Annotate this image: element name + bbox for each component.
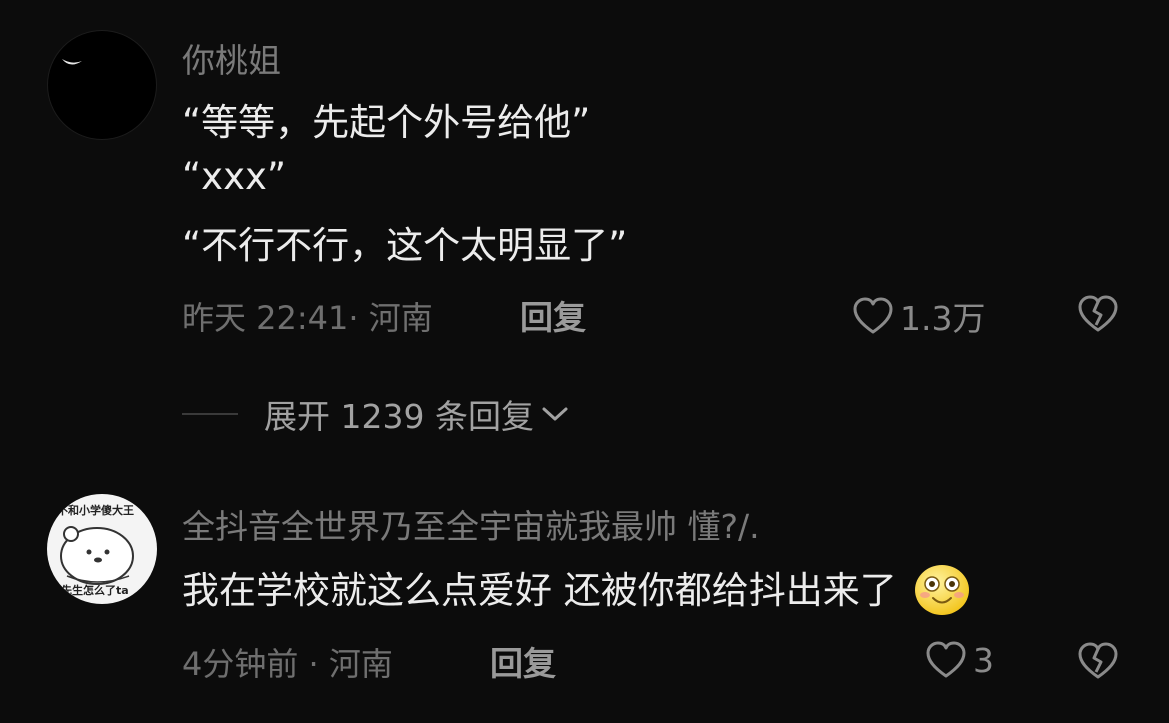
- comment-timestamp-location: 昨天 22:41· 河南: [182, 299, 433, 337]
- comment-text: 我在学校就这么点爱好 还被你都给抖出来了: [182, 560, 971, 617]
- comment-timestamp-location: 4分钟前 · 河南: [182, 645, 393, 683]
- comment-text-line: “等等，先起个外号给他”: [182, 101, 591, 144]
- heart-outline-icon: [853, 297, 893, 334]
- chevron-down-icon: [542, 407, 568, 421]
- avatar[interactable]: 不和小学傻大王 先生怎么了ta: [47, 494, 157, 604]
- avatar-caption-top: 不和小学傻大王: [57, 504, 134, 517]
- like-count: 3: [973, 640, 994, 680]
- heart-outline-icon: [926, 641, 966, 678]
- broken-heart-icon: [1078, 642, 1118, 679]
- avatar-caption-bottom: 先生怎么了ta: [61, 584, 129, 597]
- comment-text-content: 我在学校就这么点爱好 还被你都给抖出来了: [182, 569, 897, 612]
- broken-heart-icon: [1078, 295, 1118, 332]
- like-button[interactable]: 1.3万: [852, 292, 985, 340]
- comment-text-line: “不行不行，这个太明显了”: [182, 224, 628, 267]
- comment-username[interactable]: 全抖音全世界乃至全宇宙就我最帅 懂?/.: [182, 500, 760, 548]
- expand-replies-label: 展开 1239 条回复: [264, 397, 534, 436]
- smiling-face-icon: [914, 564, 969, 615]
- reply-button[interactable]: 回复: [490, 637, 556, 685]
- crescent-moon-icon: [62, 59, 82, 65]
- like-count: 1.3万: [900, 299, 986, 338]
- reply-button[interactable]: 回复: [520, 291, 586, 339]
- like-button[interactable]: 3: [925, 640, 994, 680]
- dislike-button[interactable]: [1077, 294, 1119, 338]
- expand-divider: [182, 413, 238, 415]
- dislike-button[interactable]: [1077, 641, 1119, 685]
- comment-text-line: “xxx”: [182, 155, 287, 198]
- avatar[interactable]: [47, 30, 157, 140]
- expand-replies-button[interactable]: 展开 1239 条回复: [182, 390, 570, 438]
- comment-username[interactable]: 你桃姐: [182, 34, 281, 82]
